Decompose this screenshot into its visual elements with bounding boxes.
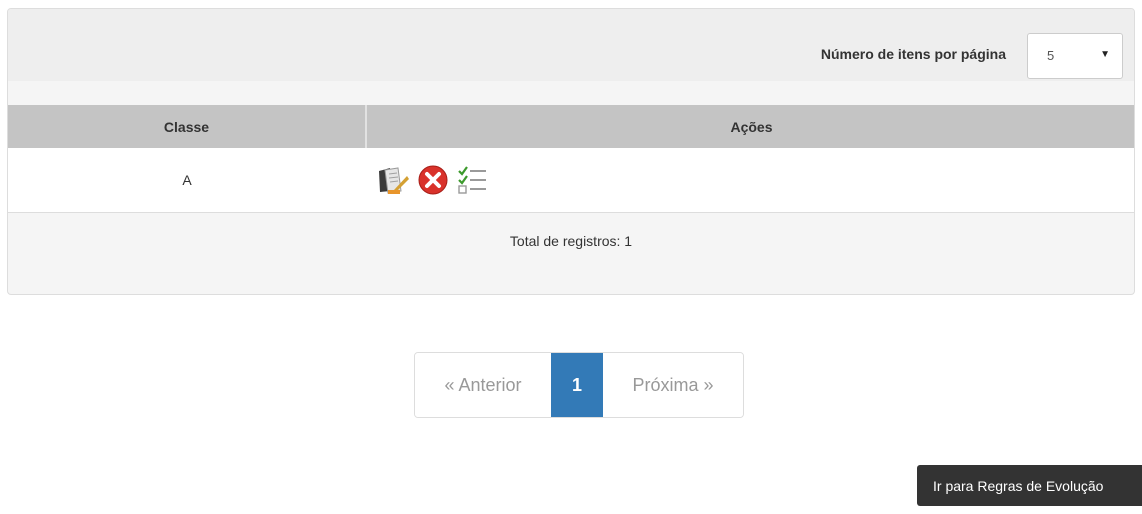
chevron-down-icon: ▼ <box>1100 49 1110 60</box>
items-per-page-select[interactable]: 5 ▼ <box>1027 33 1123 79</box>
total-records: Total de registros: 1 <box>509 233 633 249</box>
results-panel: Número de itens por página 5 ▼ Classe Aç… <box>7 8 1135 295</box>
checklist-icon[interactable] <box>456 163 490 197</box>
pagination: « Anterior 1 Próxima » <box>414 352 744 418</box>
previous-page-button[interactable]: « Anterior <box>415 353 551 417</box>
column-header-classe[interactable]: Classe <box>8 105 367 148</box>
delete-icon[interactable] <box>416 163 450 197</box>
edit-icon[interactable] <box>376 163 410 197</box>
column-header-acoes: Ações <box>366 105 1134 148</box>
page-1-button[interactable]: 1 <box>551 353 603 417</box>
cell-classe: A <box>8 148 366 213</box>
next-page-button[interactable]: Próxima » <box>603 353 743 417</box>
panel-header: Número de itens por página 5 ▼ <box>8 9 1134 81</box>
cell-acoes <box>366 148 1134 213</box>
row-actions <box>376 163 1134 197</box>
go-to-evolution-rules-button[interactable]: Ir para Regras de Evolução <box>917 465 1142 506</box>
items-per-page-label: Número de itens por página <box>820 46 1006 62</box>
items-per-page-value: 5 <box>1047 48 1055 63</box>
table-header-row: Classe Ações <box>8 105 1134 148</box>
table-row: A <box>8 148 1134 213</box>
classes-table: Classe Ações A <box>8 105 1134 213</box>
